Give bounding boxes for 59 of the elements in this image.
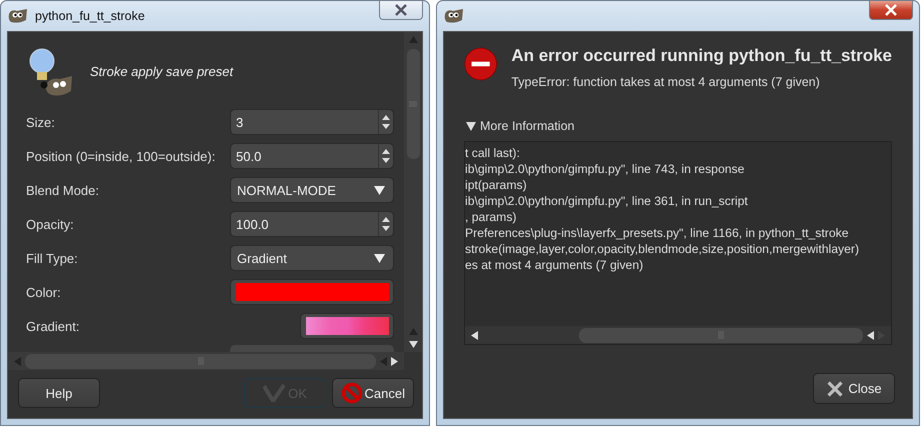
details-expander[interactable]: More Information bbox=[466, 119, 574, 133]
color-button[interactable] bbox=[230, 279, 394, 306]
mascot-icon bbox=[443, 8, 465, 24]
close-button[interactable] bbox=[869, 0, 913, 20]
traceback-line: ib\gimp\2.0\python/gimpfu.py", line 361, in run_script bbox=[465, 193, 748, 209]
horizontal-scrollbar[interactable] bbox=[8, 352, 404, 370]
traceback-line: Preferences\plug-ins\layerfx_presets.py", line 1166, in python_tt_stroke bbox=[465, 225, 848, 241]
field-label: Position (0=inside, 100=outside): bbox=[26, 148, 216, 164]
spin-arrows-icon bbox=[382, 148, 390, 164]
expander-arrow-icon bbox=[466, 121, 476, 131]
traceback-line: stroke(image,layer,color,opacity,blendmode,size,position,mergewithlayer) bbox=[465, 241, 860, 257]
close-icon bbox=[394, 4, 408, 16]
close-icon bbox=[826, 380, 844, 396]
field-label: Fill Type: bbox=[26, 250, 79, 266]
horizontal-scrollbar[interactable] bbox=[465, 326, 891, 344]
traceback-line: , params) bbox=[465, 209, 516, 225]
up-arrow-icon bbox=[408, 328, 418, 335]
left-arrow-icon bbox=[380, 356, 387, 366]
scroll-thumb[interactable] bbox=[579, 328, 863, 342]
traceback-line: ipt(params) bbox=[465, 177, 527, 193]
traceback-line: ib\gimp\2.0\python/gimpfu.py", line 743, in response bbox=[465, 161, 744, 177]
plugin-description: Stroke apply save preset bbox=[90, 64, 234, 80]
field-label: Gradient: bbox=[26, 318, 80, 334]
field-label: Opacity: bbox=[26, 216, 75, 232]
field-label: Blend Mode: bbox=[26, 182, 100, 198]
caret-icon bbox=[374, 186, 385, 195]
scroll-thumb[interactable] bbox=[406, 49, 420, 159]
close-icon bbox=[884, 4, 898, 16]
caret-icon bbox=[374, 254, 385, 263]
field-label: Color: bbox=[26, 284, 62, 300]
window-title: python_fu_tt_stroke bbox=[35, 9, 146, 23]
help-button[interactable]: Help bbox=[18, 378, 100, 408]
traceback-line: es at most 4 arguments (7 given) bbox=[465, 257, 644, 273]
gradient-button[interactable] bbox=[300, 313, 394, 340]
close-button[interactable]: Close bbox=[813, 373, 895, 404]
right-arrow-icon bbox=[391, 356, 398, 366]
error-message: TypeError: function takes at most 4 arguments (7 given) bbox=[511, 75, 821, 89]
cancel-button[interactable]: Cancel bbox=[332, 378, 414, 408]
dropdown[interactable]: NORMAL-MODE bbox=[230, 177, 394, 204]
spin-field[interactable]: 50.0 bbox=[230, 143, 394, 170]
left-arrow-icon bbox=[471, 330, 478, 340]
close-button[interactable] bbox=[379, 0, 423, 20]
left-arrow-icon bbox=[867, 330, 874, 340]
error-heading: An error occurred running python_fu_tt_stroke bbox=[511, 46, 892, 66]
prohibited-icon bbox=[341, 382, 362, 404]
left-arrow-icon bbox=[14, 356, 21, 366]
dropdown[interactable]: Gradient bbox=[230, 245, 394, 272]
down-arrow-icon bbox=[408, 341, 418, 348]
checkmark-icon bbox=[263, 384, 286, 402]
vertical-scrollbar[interactable] bbox=[404, 32, 422, 352]
spin-arrows-icon bbox=[382, 114, 390, 130]
traceback-line: t call last): bbox=[465, 145, 520, 161]
spin-arrows-icon bbox=[382, 216, 390, 232]
spin-field[interactable]: 100.0 bbox=[230, 211, 394, 238]
spin-field[interactable]: 3 bbox=[230, 109, 394, 136]
mascot-icon bbox=[7, 8, 29, 24]
scroll-thumb[interactable] bbox=[25, 354, 376, 368]
up-arrow-icon bbox=[408, 36, 418, 43]
field-label: Size: bbox=[26, 114, 56, 130]
